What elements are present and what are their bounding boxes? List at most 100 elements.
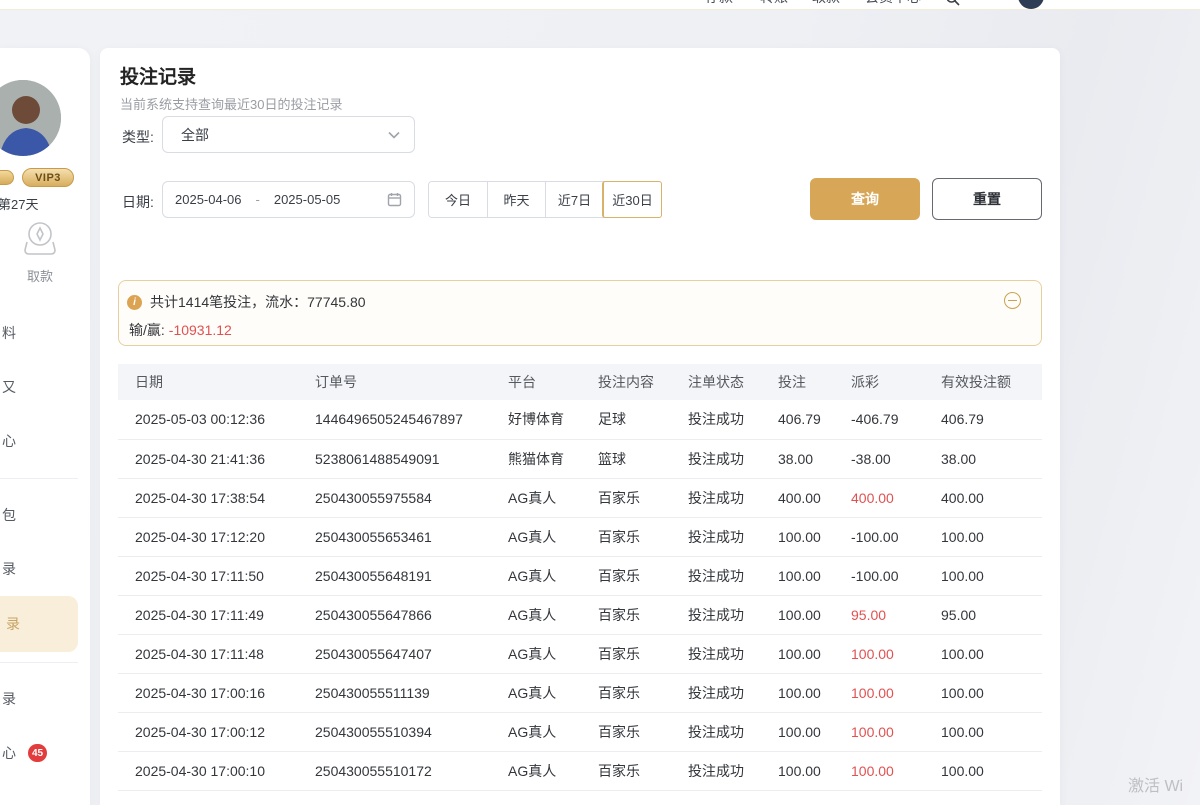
table-cell: 250430055648191: [298, 556, 491, 595]
table-cell: 400.00: [834, 478, 924, 517]
table-header-cell: 注单状态: [671, 364, 761, 400]
table-cell: 100.00: [834, 712, 924, 751]
top-nav-item[interactable]: 转账: [760, 0, 788, 7]
user-avatar[interactable]: [0, 80, 61, 156]
collapse-icon[interactable]: [1004, 292, 1021, 309]
quick-range-button[interactable]: 昨天: [487, 182, 545, 217]
sidebar-item-label: 心: [2, 743, 16, 763]
table-cell: 100.00: [924, 517, 1042, 556]
sidebar-item-label: 录: [2, 689, 16, 709]
table-cell: 100.00: [924, 751, 1042, 790]
sidebar-item-label: 包: [2, 505, 16, 525]
table-cell: 250430055653461: [298, 517, 491, 556]
summary-panel: i 共计1414笔投注，流水：77745.80 输/赢:-10931.12: [118, 280, 1042, 346]
table-row: 2025-04-30 17:11:48250430055647407AG真人百家…: [118, 634, 1042, 673]
sidebar-withdraw[interactable]: 取款: [0, 220, 80, 285]
date-separator: -: [256, 192, 260, 207]
date-start: 2025-04-06: [175, 192, 242, 207]
quick-range-button[interactable]: 近7日: [545, 182, 603, 217]
activate-windows-watermark: 激活 Wi: [1128, 772, 1183, 796]
table-cell: 足球: [581, 400, 671, 439]
chevron-down-icon: [388, 131, 400, 139]
sidebar-item-label: 料: [2, 323, 16, 343]
sidebar-item-label: 录: [2, 559, 16, 579]
table-cell: 100.00: [924, 634, 1042, 673]
table-cell: AG真人: [491, 712, 581, 751]
user-avatar-small[interactable]: [1018, 0, 1044, 9]
sidebar-divider: [0, 652, 90, 672]
top-nav-item[interactable]: 取款: [812, 0, 840, 7]
date-range-picker[interactable]: 2025-04-06 - 2025-05-05: [162, 181, 415, 218]
table-cell: 投注成功: [671, 673, 761, 712]
table-cell: -100.00: [834, 517, 924, 556]
table-cell: 38.00: [924, 439, 1042, 478]
table-cell: 100.00: [761, 517, 834, 556]
sidebar: VIP3 第27天 取款 料又心包录录录心45: [0, 48, 90, 805]
sidebar-item[interactable]: 包: [0, 488, 90, 542]
table-cell: -406.79: [834, 400, 924, 439]
quick-range-button[interactable]: 今日: [429, 182, 487, 217]
table-cell: 250430055647407: [298, 634, 491, 673]
table-cell: 400.00: [761, 478, 834, 517]
table-row: 2025-04-30 17:11:50250430055648191AG真人百家…: [118, 556, 1042, 595]
sidebar-item[interactable]: 又: [0, 360, 90, 414]
sidebar-item[interactable]: 心 45: [0, 726, 90, 780]
sidebar-item[interactable]: 料: [0, 306, 90, 360]
membership-day-text: 第27天: [0, 194, 38, 213]
search-icon[interactable]: [945, 0, 960, 6]
table-row: 2025-04-30 17:00:16250430055511139AG真人百家…: [118, 673, 1042, 712]
table-cell: 投注成功: [671, 556, 761, 595]
table-cell: 100.00: [761, 751, 834, 790]
sidebar-menu: 料又心包录录录心45: [0, 306, 90, 780]
sidebar-item[interactable]: 录: [0, 672, 90, 726]
table-cell: -100.00: [834, 556, 924, 595]
type-select-value: 全部: [181, 125, 388, 145]
sidebar-item[interactable]: 心: [0, 414, 90, 468]
table-cell: 2025-04-30 17:38:54: [118, 478, 298, 517]
table-cell: 5238061488549091: [298, 439, 491, 478]
table-row: 2025-04-30 17:38:54250430055975584AG真人百家…: [118, 478, 1042, 517]
calendar-icon: [387, 192, 402, 207]
table-cell: 100.00: [924, 556, 1042, 595]
sidebar-item[interactable]: 录: [0, 596, 78, 652]
page-title: 投注记录: [120, 62, 196, 89]
reset-button[interactable]: 重置: [932, 178, 1042, 220]
sidebar-item[interactable]: 录: [0, 542, 90, 596]
table-cell: 95.00: [834, 595, 924, 634]
table-cell: 95.00: [924, 595, 1042, 634]
quick-range-group: 今日昨天近7日近30日: [428, 181, 662, 218]
table-cell: 2025-04-30 17:11:50: [118, 556, 298, 595]
table-cell: 百家乐: [581, 673, 671, 712]
table-cell: 100.00: [834, 634, 924, 673]
table-cell: 熊猫体育: [491, 439, 581, 478]
table-cell: 百家乐: [581, 634, 671, 673]
table-cell: 投注成功: [671, 595, 761, 634]
summary-total-text: 共计1414笔投注，流水：77745.80: [150, 292, 366, 312]
level-icon: [0, 170, 14, 185]
table-cell: 250430055647866: [298, 595, 491, 634]
page-subtitle: 当前系统支持查询最近30日的投注记录: [120, 94, 342, 113]
table-cell: 100.00: [924, 712, 1042, 751]
query-button[interactable]: 查询: [810, 178, 920, 220]
top-nav-item[interactable]: 会员中心: [865, 0, 921, 7]
table-cell: 投注成功: [671, 751, 761, 790]
table-cell: 2025-04-30 17:00:12: [118, 712, 298, 751]
table-cell: 投注成功: [671, 478, 761, 517]
table-cell: 投注成功: [671, 517, 761, 556]
info-icon: i: [127, 295, 142, 310]
table-cell: 400.00: [924, 478, 1042, 517]
table-cell: 好博体育: [491, 400, 581, 439]
table-row: 2025-04-30 17:00:12250430055510394AG真人百家…: [118, 712, 1042, 751]
top-nav-item[interactable]: 存款: [705, 0, 733, 7]
sidebar-item-label: 录: [6, 614, 20, 634]
type-select[interactable]: 全部: [162, 116, 415, 153]
type-filter-label: 类型:: [122, 127, 154, 147]
table-cell: 2025-04-30 17:11:48: [118, 634, 298, 673]
table-cell: 250430055510172: [298, 751, 491, 790]
table-cell: 百家乐: [581, 517, 671, 556]
table-cell: 100.00: [761, 634, 834, 673]
table-cell: 百家乐: [581, 556, 671, 595]
quick-range-button[interactable]: 近30日: [603, 182, 661, 217]
notification-badge: 45: [28, 744, 47, 762]
table-row: 2025-04-30 17:00:10250430055510172AG真人百家…: [118, 751, 1042, 790]
